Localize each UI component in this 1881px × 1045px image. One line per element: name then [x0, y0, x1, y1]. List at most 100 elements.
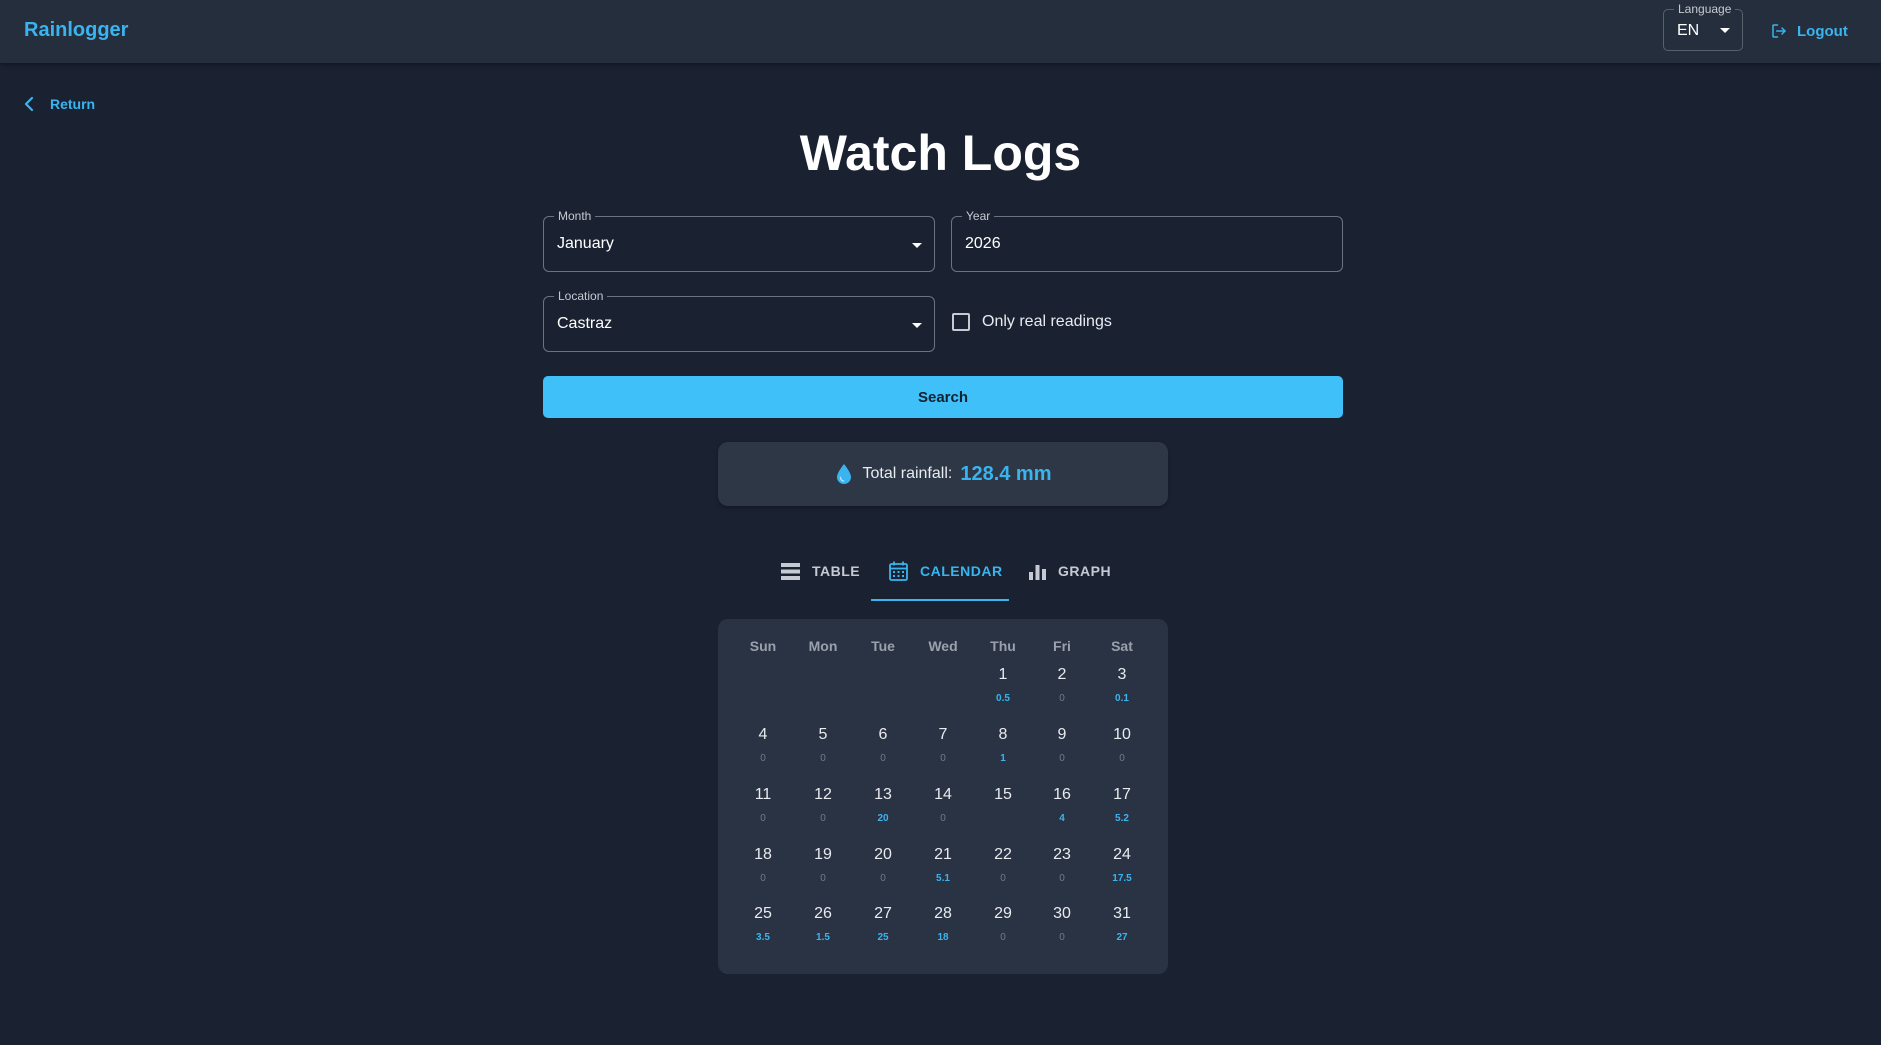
calendar-day-rainfall: 0	[760, 873, 766, 884]
calendar-day-rainfall: 0	[760, 753, 766, 764]
calendar-day[interactable]: 6	[853, 726, 913, 744]
calendar-icon	[889, 561, 908, 581]
caret-down-icon	[912, 323, 922, 328]
calendar-day[interactable]: 15	[973, 786, 1033, 804]
calendar-day-rainfall: 18	[937, 932, 949, 943]
language-value: EN	[1677, 22, 1700, 39]
tab-table[interactable]: TABLE	[781, 540, 860, 602]
calendar-day[interactable]: 28	[913, 905, 973, 923]
calendar-day-rainfall: 0	[880, 873, 886, 884]
calendar-day[interactable]: 4	[733, 726, 793, 744]
only-real-readings-option[interactable]: Only real readings	[952, 313, 1112, 331]
year-input[interactable]: Year 2026	[951, 209, 1343, 272]
weekday-header-fri: Fri	[1053, 638, 1071, 654]
caret-down-icon	[1720, 28, 1730, 33]
weekday-header-tue: Tue	[871, 638, 895, 654]
calendar-day[interactable]: 11	[733, 786, 793, 804]
tab-table-label: TABLE	[812, 563, 861, 579]
calendar-day[interactable]: 3	[1092, 666, 1152, 684]
calendar-day-rainfall: 0	[1059, 693, 1065, 704]
tab-graph[interactable]: GRAPH	[1029, 540, 1111, 602]
calendar-day[interactable]: 7	[913, 726, 973, 744]
caret-down-icon	[912, 243, 922, 248]
calendar-day[interactable]: 26	[793, 905, 853, 923]
language-label: Language	[1674, 2, 1736, 16]
month-label: Month	[554, 209, 596, 223]
logout-icon	[1772, 24, 1786, 38]
calendar-day-rainfall: 0	[1059, 753, 1065, 764]
return-link[interactable]: Return	[24, 96, 95, 112]
calendar-day-rainfall: 0.5	[996, 693, 1010, 704]
calendar-day-rainfall: 4	[1059, 813, 1065, 824]
total-rainfall-card: Total rainfall: 128.4 mm	[718, 442, 1168, 506]
logout-label: Logout	[1797, 22, 1848, 40]
calendar-day[interactable]: 19	[793, 846, 853, 864]
tab-calendar[interactable]: CALENDAR	[889, 540, 1003, 602]
location-select[interactable]: Location Castraz	[543, 289, 935, 352]
app-bar: Rainlogger Language EN Logout	[0, 0, 1881, 63]
calendar-day[interactable]: 25	[733, 905, 793, 923]
calendar-day-rainfall: 5.1	[936, 873, 950, 884]
table-icon	[781, 562, 800, 580]
month-value: January	[557, 235, 614, 252]
calendar-day-rainfall: 27	[1116, 932, 1128, 943]
calendar-day-rainfall: 0	[1000, 932, 1006, 943]
active-tab-indicator	[871, 599, 1009, 601]
calendar-day[interactable]: 12	[793, 786, 853, 804]
calendar-day[interactable]: 22	[973, 846, 1033, 864]
weekday-header-mon: Mon	[808, 638, 838, 654]
year-value: 2026	[965, 235, 1001, 252]
calendar-day-rainfall: 1.5	[816, 932, 830, 943]
calendar-day[interactable]: 14	[913, 786, 973, 804]
page-title: Watch Logs	[799, 125, 1082, 181]
calendar-day-rainfall: 0	[820, 753, 826, 764]
calendar-day-rainfall: 0	[880, 753, 886, 764]
calendar-day[interactable]: 29	[973, 905, 1033, 923]
calendar-day-rainfall: 25	[877, 932, 889, 943]
calendar-day[interactable]: 8	[973, 726, 1033, 744]
calendar-day[interactable]: 16	[1032, 786, 1092, 804]
calendar-day[interactable]: 21	[913, 846, 973, 864]
calendar-day[interactable]: 31	[1092, 905, 1152, 923]
weekday-header-sat: Sat	[1111, 638, 1133, 654]
calendar-day[interactable]: 30	[1032, 905, 1092, 923]
calendar-day-rainfall: 17.5	[1112, 873, 1132, 884]
calendar-day-rainfall: 20	[877, 813, 889, 824]
calendar-day[interactable]: 9	[1032, 726, 1092, 744]
calendar-day[interactable]: 13	[853, 786, 913, 804]
calendar-day-rainfall: 0	[820, 873, 826, 884]
calendar-day[interactable]: 5	[793, 726, 853, 744]
calendar-day[interactable]: 10	[1092, 726, 1152, 744]
calendar-day-rainfall: 0.1	[1115, 693, 1129, 704]
calendar-day-rainfall: 5.2	[1115, 813, 1129, 824]
calendar-day[interactable]: 24	[1092, 846, 1152, 864]
calendar-day-rainfall: 3.5	[756, 932, 770, 943]
tab-calendar-label: CALENDAR	[920, 563, 1003, 579]
logout-button[interactable]: Logout	[1770, 20, 1848, 42]
weekday-header-wed: Wed	[928, 638, 958, 654]
brand-logo[interactable]: Rainlogger	[24, 19, 128, 42]
month-select[interactable]: Month January	[543, 209, 935, 272]
calendar-day[interactable]: 27	[853, 905, 913, 923]
calendar-day[interactable]: 17	[1092, 786, 1152, 804]
chevron-left-icon	[24, 96, 34, 112]
calendar-day-rainfall: 0	[820, 813, 826, 824]
calendar-day-rainfall: 0	[760, 813, 766, 824]
year-label: Year	[962, 209, 995, 223]
location-label: Location	[554, 289, 608, 303]
only-real-readings-label: Only real readings	[982, 313, 1112, 330]
search-button[interactable]: Search	[543, 376, 1343, 418]
calendar-day-rainfall: 0	[1000, 873, 1006, 884]
weekday-header-sun: Sun	[749, 638, 777, 654]
calendar-day-rainfall: 1	[1000, 753, 1006, 764]
calendar-day[interactable]: 1	[973, 666, 1033, 684]
return-label: Return	[50, 96, 96, 112]
calendar-day[interactable]: 20	[853, 846, 913, 864]
calendar-day[interactable]: 18	[733, 846, 793, 864]
calendar-day[interactable]: 23	[1032, 846, 1092, 864]
language-select[interactable]: Language EN	[1663, 2, 1743, 51]
total-rainfall-value: 128.4 mm	[960, 462, 1052, 485]
calendar-day[interactable]: 2	[1032, 666, 1092, 684]
only-real-readings-checkbox[interactable]	[952, 313, 970, 331]
weekday-header-thu: Thu	[990, 638, 1016, 654]
